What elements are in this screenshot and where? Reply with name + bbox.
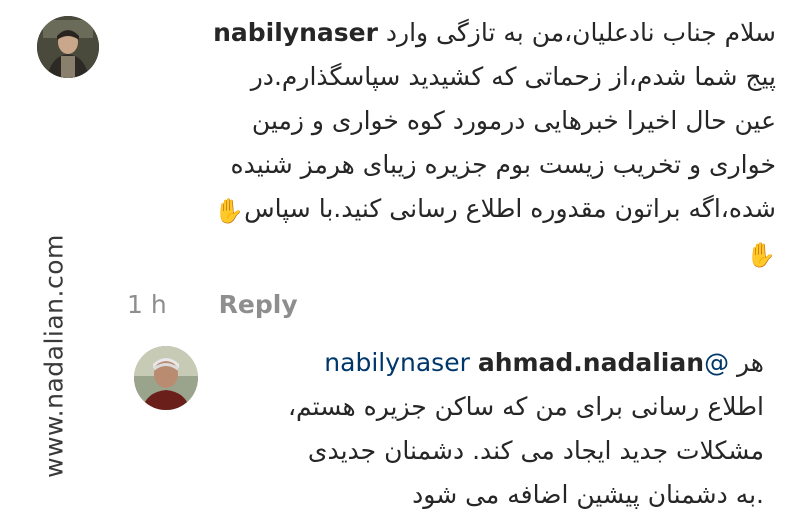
watermark-text: www.nadalian.com	[39, 234, 69, 478]
avatar[interactable]	[37, 16, 99, 78]
comment-username[interactable]: nabilynaser	[213, 18, 378, 47]
comment-timestamp: 1 h	[127, 290, 167, 319]
comment-line: ✋	[126, 231, 776, 275]
reply-line: هر @nabilynaser ahmad.nadalian	[204, 341, 764, 385]
reply-line: .به دشمنان پیشین اضافه می شود	[412, 480, 764, 509]
comment-line: سلام جناب نادعلیان،من به تازگی وارد nabi…	[126, 11, 776, 55]
reply-username[interactable]: ahmad.nadalian	[478, 348, 704, 377]
avatar-image	[134, 346, 198, 410]
reply-button[interactable]: Reply	[219, 290, 298, 319]
comment-line: شده،اگه براتون مقدوره اطلاع رسانی کنید.ب…	[126, 187, 776, 231]
raised-hand-icon: ✋	[746, 241, 776, 269]
reply-body: هر @nabilynaser ahmad.nadalian اطلاع رسا…	[204, 341, 764, 517]
comment-line: خواری و تخریب زیست بوم جزیره زیبای هرمز …	[230, 150, 776, 179]
comment-body: سلام جناب نادعلیان،من به تازگی وارد nabi…	[126, 11, 776, 275]
reply-line: مشکلات جدید ایجاد می کند. دشمنان جدیدی	[307, 436, 764, 465]
comment-meta: 1 h Reply	[127, 290, 298, 319]
comment-text-line-1: سلام جناب نادعلیان،من به تازگی وارد	[385, 18, 776, 47]
raised-hand-icon: ✋	[214, 197, 245, 225]
comment-text-line-5: شده،اگه براتون مقدوره اطلاع رسانی کنید.ب…	[244, 194, 776, 223]
reply-line: اطلاع رسانی برای من که ساکن جزیره هستم،	[287, 392, 764, 421]
reply-first-word: هر	[737, 348, 764, 377]
avatar[interactable]	[134, 346, 198, 410]
comment-line: عین حال اخیرا خبرهایی درمورد کوه خواری و…	[251, 106, 776, 135]
comment-line: پیج شما شدم،از زحماتی که کشیدید سپاسگذار…	[250, 62, 776, 91]
avatar-image	[37, 16, 99, 78]
watermark: www.nadalian.com	[34, 231, 74, 481]
